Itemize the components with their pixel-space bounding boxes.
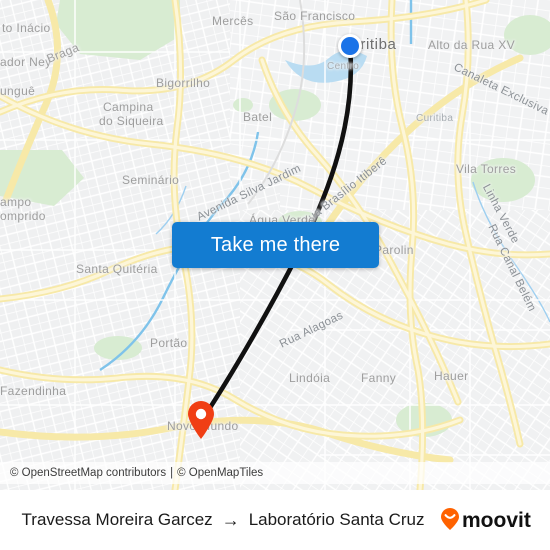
svg-text:moovit: moovit	[462, 509, 531, 532]
trip-summary: Travessa Moreira Garcez → Laboratório Sa…	[0, 510, 440, 531]
destination-name: Laboratório Santa Cruz	[248, 510, 425, 529]
moovit-wordmark-icon: moovit	[441, 508, 531, 532]
origin-dot-marker[interactable]	[338, 34, 362, 58]
attribution-osm[interactable]: © OpenStreetMap contributors	[10, 467, 166, 479]
map-pin-icon	[188, 401, 214, 439]
arrow-right-icon: →	[221, 509, 240, 530]
attribution-openmaptiles[interactable]: © OpenMapTiles	[177, 467, 263, 479]
take-me-there-button[interactable]: Take me there	[172, 222, 379, 268]
moovit-logo[interactable]: moovit	[440, 507, 550, 533]
map-attribution: © OpenStreetMap contributors | © OpenMap…	[0, 462, 550, 484]
map-screen: to Inácio Mercês São Francisco Alto da Rua …	[0, 0, 550, 550]
map-canvas[interactable]: to Inácio Mercês São Francisco Alto da Rua …	[0, 0, 550, 490]
destination-pin-marker[interactable]	[186, 400, 216, 440]
attribution-separator: |	[170, 467, 174, 479]
trip-footer: Travessa Moreira Garcez → Laboratório Sa…	[0, 490, 550, 550]
origin-name: Travessa Moreira Garcez	[21, 510, 213, 529]
